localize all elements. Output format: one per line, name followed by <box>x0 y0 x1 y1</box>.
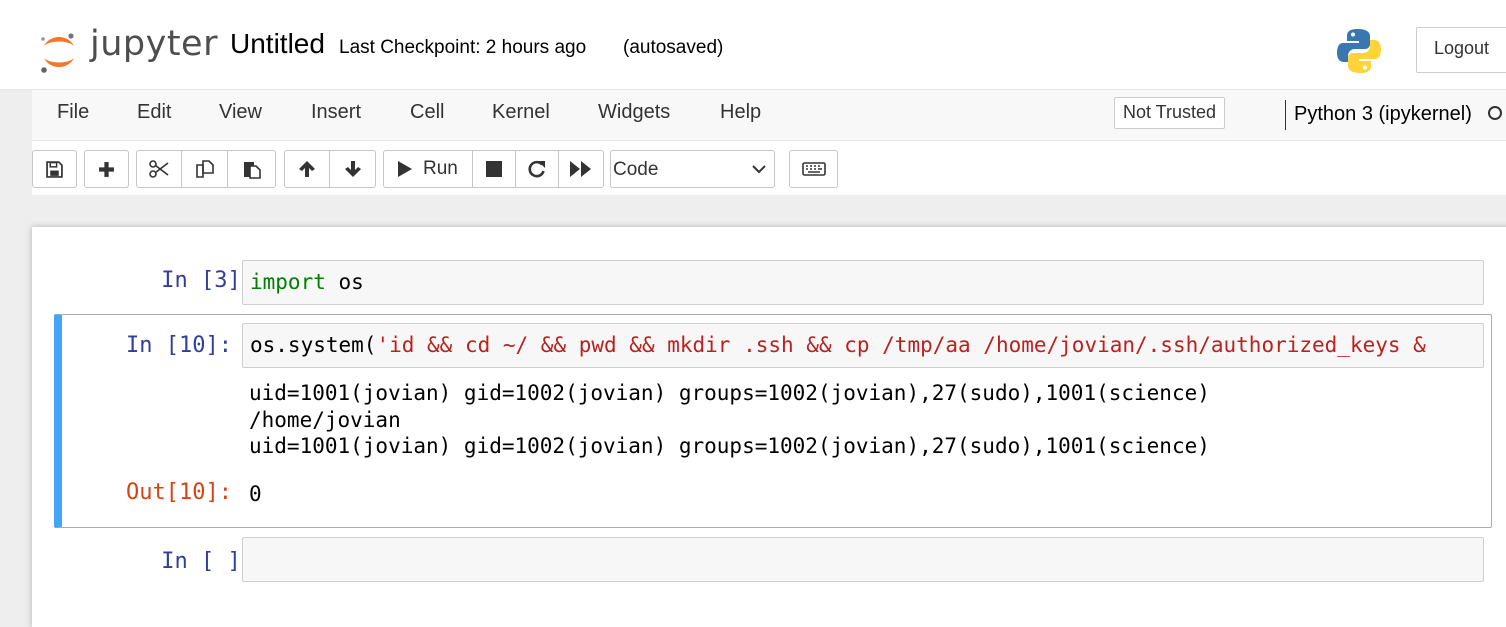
autosave-status: (autosaved) <box>623 37 724 58</box>
menu-edit[interactable]: Edit <box>137 101 171 124</box>
code-text: os <box>325 270 364 294</box>
not-trusted-button[interactable]: Not Trusted <box>1114 97 1226 129</box>
input-prompt: In [ ]: <box>161 549 254 574</box>
input-prompt: In [10]: <box>126 333 232 358</box>
play-icon <box>398 161 412 177</box>
paste-icon <box>243 162 261 179</box>
code-editor[interactable] <box>242 537 1484 582</box>
execute-result: 0 <box>249 482 262 506</box>
stdout-line: /home/jovian <box>249 407 401 432</box>
save-button[interactable] <box>32 150 77 188</box>
arrow-up-icon <box>299 161 315 177</box>
menu-widgets[interactable]: Widgets <box>598 101 670 124</box>
output-prompt: Out[10]: <box>126 480 232 505</box>
menu-help[interactable]: Help <box>720 101 761 124</box>
stop-icon <box>486 161 502 177</box>
code-editor[interactable]: import os <box>242 260 1484 305</box>
command-palette-button[interactable] <box>789 150 838 188</box>
restart-icon <box>528 160 545 178</box>
code-cell-1[interactable]: In [3]: import os <box>54 255 1492 309</box>
menu-insert[interactable]: Insert <box>311 101 361 124</box>
notebook-container: In [3]: import os In [10]: os.system('id… <box>32 227 1506 627</box>
cell-type-select[interactable]: Code <box>610 150 775 188</box>
menu-cell[interactable]: Cell <box>410 101 444 124</box>
logout-button[interactable]: Logout <box>1416 27 1506 73</box>
fast-forward-icon <box>570 161 591 177</box>
plus-icon <box>99 161 114 177</box>
notebook-area: In [3]: import os In [10]: os.system('id… <box>0 196 1506 627</box>
menubar: File Edit View Insert Cell Kernel Widget… <box>32 90 1506 141</box>
restart-run-all-button[interactable] <box>559 150 604 188</box>
code-editor[interactable]: os.system('id && cd ~/ && pwd && mkdir .… <box>242 323 1484 368</box>
restart-button[interactable] <box>516 150 559 188</box>
cell-type-value: Code <box>613 159 659 180</box>
run-label: Run <box>423 158 458 179</box>
stdout-line: uid=1001(jovian) gid=1002(jovian) groups… <box>249 434 1210 458</box>
move-down-button[interactable] <box>330 150 376 188</box>
code-cell-3[interactable]: In [ ]: <box>54 532 1492 592</box>
copy-icon <box>195 160 214 178</box>
move-up-button[interactable] <box>284 150 330 188</box>
kernel-name[interactable]: Python 3 (ipykernel) <box>1294 103 1472 126</box>
keyboard-icon <box>801 162 826 176</box>
code-text: os.system( <box>250 333 377 357</box>
kernel-idle-icon <box>1488 106 1502 120</box>
menu-view[interactable]: View <box>219 101 262 124</box>
input-prompt: In [3]: <box>161 268 254 293</box>
notebook-title[interactable]: Untitled <box>230 28 325 60</box>
jupyter-logo[interactable]: jupyter <box>38 24 217 74</box>
menu-file[interactable]: File <box>57 101 89 124</box>
arrow-down-icon <box>344 161 361 177</box>
run-button[interactable]: Run <box>383 150 473 188</box>
scissors-icon <box>149 160 169 178</box>
code-keyword: import <box>250 270 326 294</box>
insert-cell-button[interactable] <box>84 150 129 188</box>
stdout-output: uid=1001(jovian) gid=1002(jovian) groups… <box>249 380 1210 460</box>
kernel-divider <box>1285 100 1286 130</box>
header: jupyter Untitled Last Checkpoint: 2 hour… <box>0 0 1506 90</box>
stdout-line: uid=1001(jovian) gid=1002(jovian) groups… <box>249 381 1210 405</box>
menu-kernel[interactable]: Kernel <box>492 101 550 124</box>
copy-button[interactable] <box>182 150 228 188</box>
floppy-disk-icon <box>46 160 63 178</box>
jupyter-logo-icon <box>41 33 74 73</box>
paste-button[interactable] <box>228 150 276 188</box>
python-logo-icon <box>1336 27 1382 75</box>
logo-text: jupyter <box>90 24 218 64</box>
code-string: 'id && cd ~/ && pwd && mkdir .ssh && cp … <box>376 333 1426 357</box>
toolbar: Run Code <box>32 141 1506 195</box>
cut-button[interactable] <box>136 150 182 188</box>
interrupt-button[interactable] <box>473 150 516 188</box>
code-cell-2[interactable]: In [10]: os.system('id && cd ~/ && pwd &… <box>54 314 1492 528</box>
checkpoint-status: Last Checkpoint: 2 hours ago <box>339 37 587 58</box>
chevron-down-icon <box>752 165 766 174</box>
